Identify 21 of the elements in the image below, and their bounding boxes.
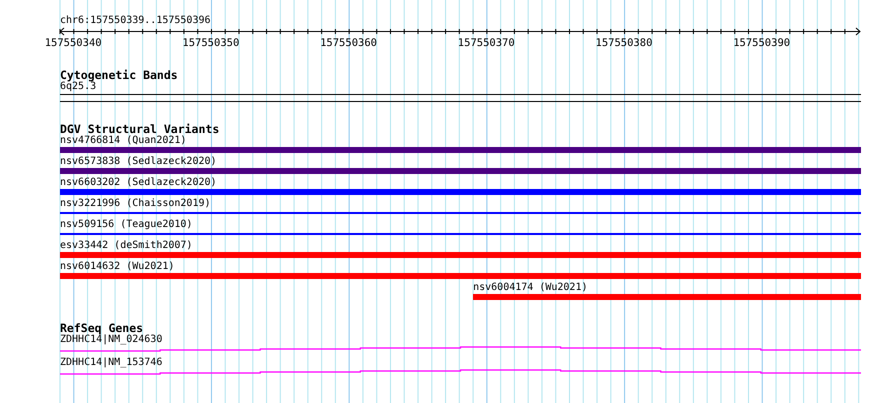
tick-label: 157550380 bbox=[596, 37, 652, 49]
tick-label: 157550360 bbox=[320, 37, 377, 49]
tick-label: 157550370 bbox=[458, 37, 515, 49]
gene-label: ZDHHC14|NM_153746 bbox=[60, 357, 164, 369]
variant-label: nsv6603202 (Sedlazeck2020) bbox=[60, 177, 218, 189]
track-title: DGV Structural Variants bbox=[60, 123, 220, 135]
variant-label: nsv6004174 (Wu2021) bbox=[473, 282, 588, 294]
variant-label: esv33442 (deSmith2007) bbox=[60, 240, 194, 252]
variant-label: nsv6573838 (Sedlazeck2020) bbox=[60, 156, 218, 168]
tick-label: 157550350 bbox=[182, 37, 240, 49]
tick-label: 157550390 bbox=[733, 37, 790, 49]
variant-label: nsv4766814 (Quan2021) bbox=[60, 135, 188, 147]
variant-label: nsv6014632 (Wu2021) bbox=[60, 261, 176, 273]
track-title: RefSeq Genes bbox=[60, 322, 144, 334]
track-title: Cytogenetic Bands bbox=[60, 69, 179, 81]
tick-label: 157550340 bbox=[44, 37, 102, 49]
ruler-title: chr6:157550339..157550396 bbox=[60, 15, 211, 27]
variant-label: nsv509156 (Teague2010) bbox=[60, 219, 194, 231]
variant-label: nsv3221996 (Chaisson2019) bbox=[60, 198, 212, 210]
gene-label: ZDHHC14|NM_024630 bbox=[60, 334, 164, 346]
band-label: 6q25.3 bbox=[60, 81, 96, 93]
